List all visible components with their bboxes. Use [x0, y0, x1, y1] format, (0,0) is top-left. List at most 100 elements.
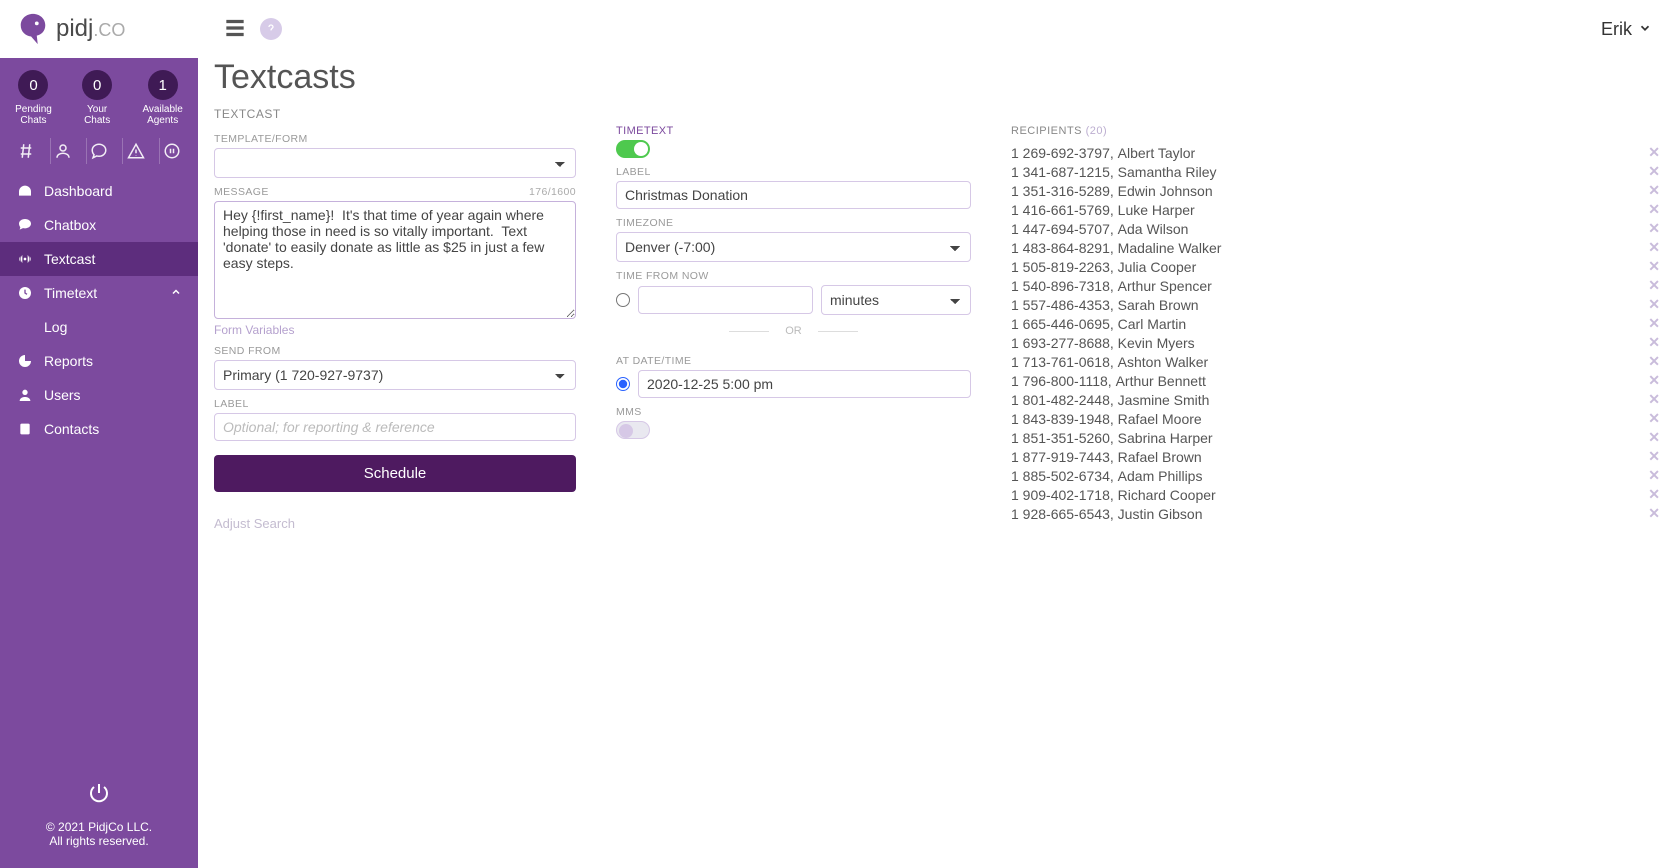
datetime-input[interactable]	[638, 370, 971, 398]
nav-contacts[interactable]: Contacts	[0, 412, 198, 446]
nav-log[interactable]: Log	[0, 310, 198, 344]
speech-icon[interactable]	[86, 138, 112, 164]
recipient-phone: 1 557-486-4353,	[1011, 297, 1114, 313]
nav-reports[interactable]: Reports	[0, 344, 198, 378]
remove-recipient-icon[interactable]: ✕	[1648, 144, 1660, 161]
remove-recipient-icon[interactable]: ✕	[1648, 334, 1660, 351]
stat-available-agents[interactable]: 1 Available Agents	[142, 70, 182, 126]
remove-recipient-icon[interactable]: ✕	[1648, 315, 1660, 332]
remove-recipient-icon[interactable]: ✕	[1648, 448, 1660, 465]
recipient-row: 1 851-351-5260, Sabrina Harper✕	[1011, 428, 1660, 447]
recipient-row: 1 351-316-5289, Edwin Johnson✕	[1011, 181, 1660, 200]
recipient-name: Madaline Walker	[1118, 240, 1222, 256]
alert-icon[interactable]	[122, 138, 148, 164]
time-amount-input[interactable]	[638, 286, 813, 314]
remove-recipient-icon[interactable]: ✕	[1648, 429, 1660, 446]
recipient-row: 1 505-819-2263, Julia Cooper✕	[1011, 257, 1660, 276]
recipient-name: Sabrina Harper	[1118, 430, 1213, 446]
recipient-phone: 1 416-661-5769,	[1011, 202, 1114, 218]
remove-recipient-icon[interactable]: ✕	[1648, 410, 1660, 427]
nav-dashboard[interactable]: Dashboard	[0, 174, 198, 208]
hash-icon[interactable]	[13, 138, 39, 164]
timetext-toggle[interactable]	[616, 140, 650, 158]
user-icon	[16, 386, 34, 404]
nav-chatbox[interactable]: Chatbox	[0, 208, 198, 242]
recipient-row: 1 801-482-2448, Jasmine Smith✕	[1011, 390, 1660, 409]
recipients-heading: RECIPIENTS (20)	[1011, 125, 1660, 137]
time-unit-select[interactable]: minutes	[821, 285, 971, 315]
recipient-name: Kevin Myers	[1118, 335, 1195, 351]
schedule-button[interactable]: Schedule	[214, 455, 576, 492]
list-icon	[16, 318, 34, 336]
remove-recipient-icon[interactable]: ✕	[1648, 296, 1660, 313]
recipient-row: 1 843-839-1948, Rafael Moore✕	[1011, 409, 1660, 428]
at-datetime-label: AT DATE/TIME	[616, 355, 971, 367]
remove-recipient-icon[interactable]: ✕	[1648, 467, 1660, 484]
menu-toggle-icon[interactable]	[222, 15, 248, 44]
recipient-row: 1 713-761-0618, Ashton Walker✕	[1011, 352, 1660, 371]
remove-recipient-icon[interactable]: ✕	[1648, 163, 1660, 180]
nav-label: Contacts	[44, 421, 99, 437]
nav-label: Log	[44, 319, 67, 335]
contacts-icon	[16, 420, 34, 438]
remove-recipient-icon[interactable]: ✕	[1648, 182, 1660, 199]
adjust-search-link[interactable]: Adjust Search	[214, 516, 576, 531]
nav-users[interactable]: Users	[0, 378, 198, 412]
remove-recipient-icon[interactable]: ✕	[1648, 239, 1660, 256]
power-button[interactable]	[0, 781, 198, 808]
stat-label: Available Agents	[142, 104, 182, 126]
chevron-up-icon	[170, 285, 182, 301]
time-from-now-radio[interactable]	[616, 293, 630, 307]
stat-pending-chats[interactable]: 0 Pending Chats	[15, 70, 52, 126]
person-icon[interactable]	[50, 138, 76, 164]
remove-recipient-icon[interactable]: ✕	[1648, 201, 1660, 218]
pie-icon	[16, 352, 34, 370]
recipient-name: Richard Cooper	[1118, 487, 1216, 503]
form-variables-link[interactable]: Form Variables	[214, 323, 576, 337]
send-from-select[interactable]: Primary (1 720-927-9737)	[214, 360, 576, 390]
remove-recipient-icon[interactable]: ✕	[1648, 372, 1660, 389]
recipient-phone: 1 269-692-3797,	[1011, 145, 1114, 161]
recipient-row: 1 540-896-7318, Arthur Spencer✕	[1011, 276, 1660, 295]
at-datetime-radio[interactable]	[616, 377, 630, 391]
recipient-name: Rafael Brown	[1118, 449, 1202, 465]
template-select[interactable]	[214, 148, 576, 178]
remove-recipient-icon[interactable]: ✕	[1648, 505, 1660, 522]
recipient-name: Adam Phillips	[1118, 468, 1203, 484]
tt-label-input[interactable]	[616, 181, 971, 209]
recipient-name: Carl Martin	[1118, 316, 1186, 332]
recipient-row: 1 693-277-8688, Kevin Myers✕	[1011, 333, 1660, 352]
bird-icon	[16, 12, 50, 46]
remove-recipient-icon[interactable]: ✕	[1648, 277, 1660, 294]
nav-textcast[interactable]: Textcast	[0, 242, 198, 276]
remove-recipient-icon[interactable]: ✕	[1648, 353, 1660, 370]
message-label: MESSAGE 176/1600	[214, 186, 576, 198]
nav-label: Reports	[44, 353, 93, 369]
message-textarea[interactable]: Hey {!first_name}! It's that time of yea…	[214, 201, 576, 319]
nav-timetext[interactable]: Timetext	[0, 276, 198, 310]
page-title: Textcasts	[214, 58, 1660, 97]
pause-icon[interactable]	[159, 138, 185, 164]
recipient-name: Samantha Riley	[1118, 164, 1217, 180]
remove-recipient-icon[interactable]: ✕	[1648, 258, 1660, 275]
user-menu[interactable]: Erik	[1601, 19, 1652, 40]
recipient-phone: 1 483-864-8291,	[1011, 240, 1114, 256]
textcast-heading: TEXTCAST	[214, 107, 1660, 121]
time-from-now-label: TIME FROM NOW	[616, 270, 971, 282]
help-icon[interactable]	[260, 18, 282, 40]
recipient-phone: 1 351-316-5289,	[1011, 183, 1114, 199]
logo[interactable]: pidj.CO	[0, 0, 198, 58]
remove-recipient-icon[interactable]: ✕	[1648, 220, 1660, 237]
stat-your-chats[interactable]: 0 Your Chats	[82, 70, 112, 126]
mms-toggle[interactable]	[616, 421, 650, 439]
label-input[interactable]	[214, 413, 576, 441]
remove-recipient-icon[interactable]: ✕	[1648, 391, 1660, 408]
recipient-name: Arthur Spencer	[1118, 278, 1212, 294]
remove-recipient-icon[interactable]: ✕	[1648, 486, 1660, 503]
chevron-down-icon	[1638, 19, 1652, 40]
timezone-select[interactable]: Denver (-7:00)	[616, 232, 971, 262]
recipients-count: (20)	[1086, 125, 1108, 137]
recipient-phone: 1 843-839-1948,	[1011, 411, 1114, 427]
recipient-row: 1 416-661-5769, Luke Harper✕	[1011, 200, 1660, 219]
stat-value: 1	[148, 70, 178, 100]
